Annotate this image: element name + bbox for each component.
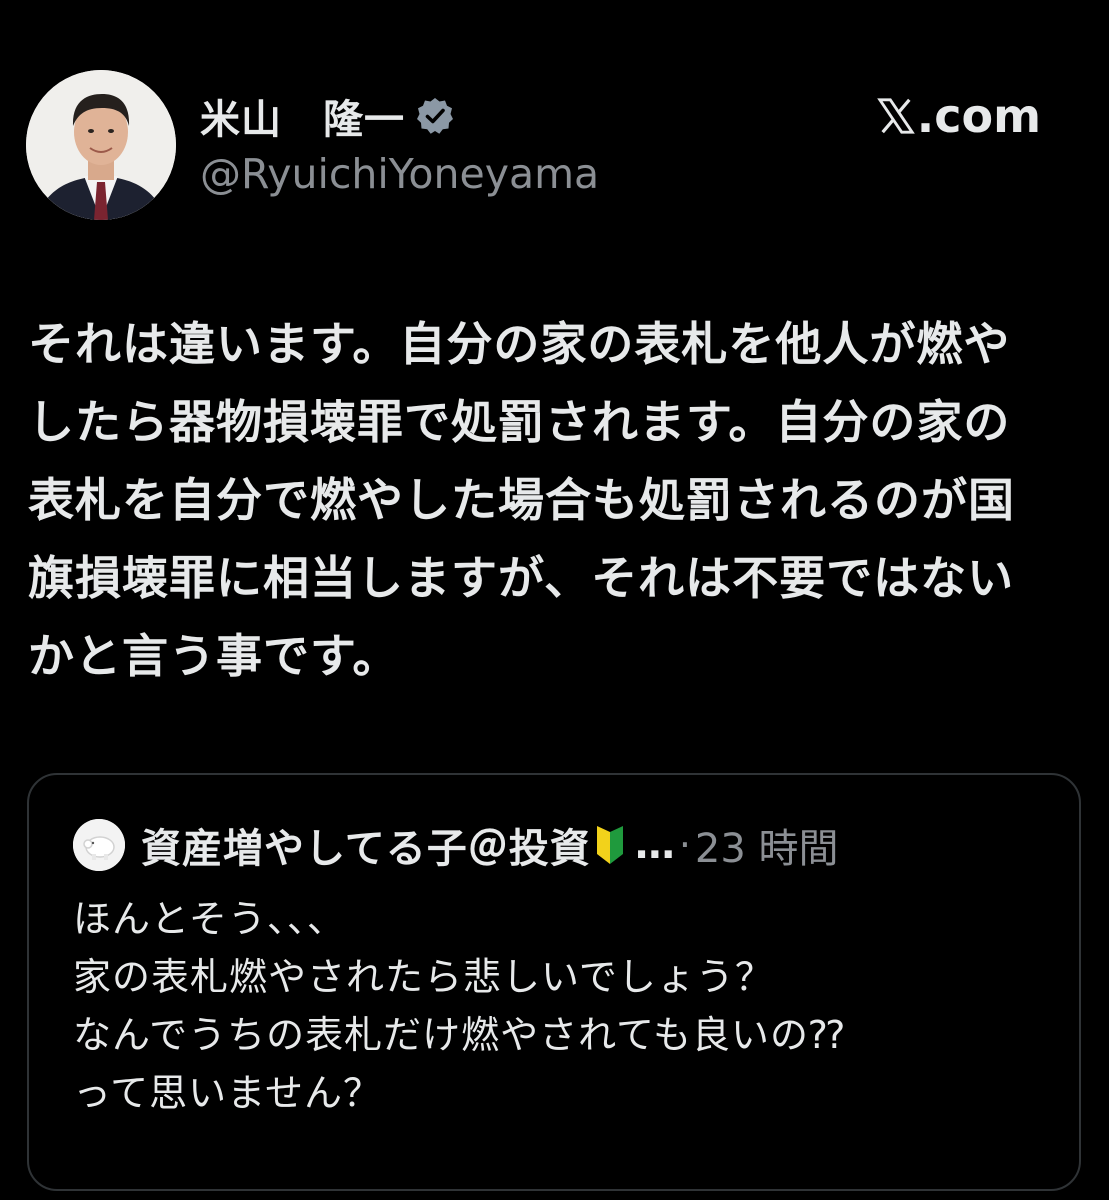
quoted-post-card[interactable]: 資産増やしてる子＠投資 … · 23 時間 ほんとそう、、、 家の表札燃やされた… (27, 773, 1081, 1191)
quoted-author-avatar[interactable] (73, 819, 125, 871)
author-avatar[interactable] (26, 70, 176, 220)
verified-badge-icon (417, 98, 453, 134)
brand-watermark: .com (876, 88, 1041, 144)
quoted-author-name[interactable]: 資産増やしてる子＠投資 (141, 816, 591, 874)
author-display-name[interactable]: 米山 隆一 (200, 87, 405, 145)
quoted-separator: · (678, 823, 691, 867)
quoted-post-header: 資産増やしてる子＠投資 … · 23 時間 (73, 815, 839, 875)
x-logo-icon (876, 98, 915, 134)
author-handle[interactable]: @RyuichiYoneyama (200, 150, 599, 198)
quoted-name-ellipsis: … (634, 822, 675, 868)
author-name-row: 米山 隆一 (200, 88, 455, 144)
post-text: それは違います。自分の家の表札を他人が燃やしたら器物損壊罪で処罰されます。自分の… (28, 317, 1015, 683)
beginner-mark-icon (596, 826, 623, 864)
piggy-bank-icon (73, 819, 125, 871)
quoted-timestamp[interactable]: 23 時間 (695, 816, 839, 874)
profile-photo-icon (26, 70, 176, 220)
brand-label: .com (916, 89, 1041, 143)
quoted-post-text: ほんとそう、、、 家の表札燃やされたら悲しいでしょう？ なんでうちの表札だけ燃や… (73, 897, 846, 1115)
